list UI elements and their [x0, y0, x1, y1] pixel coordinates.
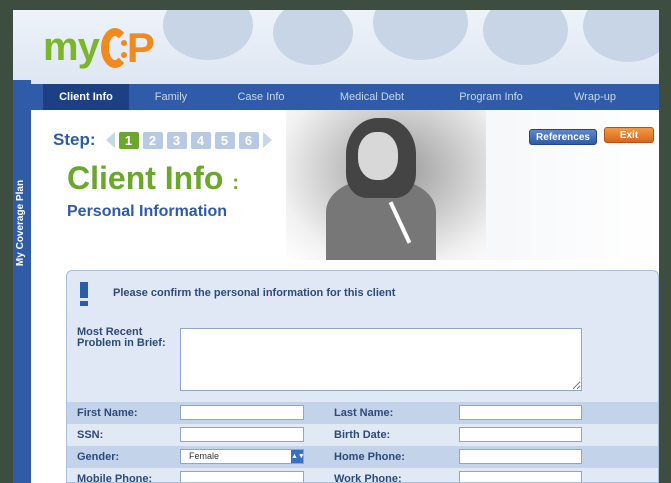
- form-row: Mobile Phone: Work Phone:: [67, 468, 658, 483]
- tab-bar: Client Info Family Case Info Medical Deb…: [31, 84, 659, 110]
- page-title-colon: :: [232, 172, 239, 194]
- page-title: Client Info :: [67, 160, 239, 201]
- step-6[interactable]: 6: [238, 131, 259, 149]
- step-indicator: Step: 1 2 3 4 5 6: [53, 130, 272, 150]
- paper-doll-decoration: [163, 10, 253, 60]
- gender-value: Female: [189, 451, 220, 461]
- tab-case-info[interactable]: Case Info: [213, 84, 309, 110]
- gender-label: Gender:: [77, 451, 120, 463]
- window-frame: my P My Coverage Plan Client Info Family…: [0, 0, 671, 483]
- step-5[interactable]: 5: [214, 131, 235, 149]
- personal-info-form: Please confirm the personal information …: [66, 270, 659, 483]
- step-3[interactable]: 3: [166, 131, 187, 149]
- mobile-phone-label: Mobile Phone:: [77, 473, 153, 483]
- paper-doll-decoration: [483, 10, 568, 65]
- step-label: Step:: [53, 130, 96, 149]
- ssn-input[interactable]: [180, 427, 304, 442]
- mobile-phone-input[interactable]: [180, 471, 304, 482]
- sidebar-title: My Coverage Plan: [15, 179, 26, 267]
- home-phone-label: Home Phone:: [334, 451, 405, 463]
- form-row: First Name: Last Name:: [67, 402, 658, 424]
- birth-date-label: Birth Date:: [334, 429, 391, 441]
- first-name-label: First Name:: [77, 407, 138, 419]
- ssn-label: SSN:: [77, 429, 104, 441]
- main-content: Step: 1 2 3 4 5 6 Client Info : Personal…: [31, 110, 659, 483]
- tab-medical-debt[interactable]: Medical Debt: [309, 84, 435, 110]
- problem-brief-textarea[interactable]: [180, 328, 582, 391]
- header-banner: my P: [13, 10, 659, 85]
- tab-family[interactable]: Family: [129, 84, 213, 110]
- form-row: SSN: Birth Date:: [67, 424, 658, 446]
- page-title-text: Client Info: [67, 160, 224, 196]
- sidebar: My Coverage Plan: [13, 80, 31, 483]
- step-next-icon[interactable]: [262, 132, 272, 148]
- work-phone-input[interactable]: [459, 471, 582, 482]
- paper-doll-decoration: [373, 10, 468, 60]
- home-phone-input[interactable]: [459, 449, 582, 464]
- form-message: Please confirm the personal information …: [113, 287, 396, 299]
- form-row: Gender: Female ▲▼ Home Phone:: [67, 446, 658, 468]
- exclamation-icon: [75, 280, 93, 306]
- dropdown-arrows-icon[interactable]: ▲▼: [291, 450, 305, 463]
- app-logo: my P: [43, 24, 155, 74]
- tab-wrap-up[interactable]: Wrap-up: [547, 84, 643, 110]
- paper-doll-decoration: [583, 10, 659, 62]
- step-1[interactable]: 1: [118, 131, 139, 149]
- last-name-label: Last Name:: [334, 407, 394, 419]
- last-name-input[interactable]: [459, 405, 582, 420]
- tab-program-info[interactable]: Program Info: [435, 84, 547, 110]
- step-prev-icon[interactable]: [105, 132, 115, 148]
- logo-mark-icon: P: [100, 24, 155, 74]
- work-phone-label: Work Phone:: [334, 473, 402, 483]
- hero-photo: [286, 110, 486, 260]
- step-4[interactable]: 4: [190, 131, 211, 149]
- page-subtitle: Personal Information: [67, 203, 228, 220]
- exit-button[interactable]: Exit: [604, 127, 654, 143]
- brief-label: Most Recent Problem in Brief:: [77, 326, 166, 349]
- birth-date-input[interactable]: [459, 427, 582, 442]
- form-header: Please confirm the personal information …: [67, 271, 658, 315]
- step-2[interactable]: 2: [142, 131, 163, 149]
- paper-doll-decoration: [273, 10, 353, 65]
- logo-text: my: [43, 25, 100, 69]
- gender-select[interactable]: Female ▲▼: [180, 449, 305, 464]
- app-container: my P My Coverage Plan Client Info Family…: [13, 10, 659, 483]
- first-name-input[interactable]: [180, 405, 304, 420]
- tab-client-info[interactable]: Client Info: [43, 84, 129, 110]
- references-button[interactable]: References: [529, 129, 597, 145]
